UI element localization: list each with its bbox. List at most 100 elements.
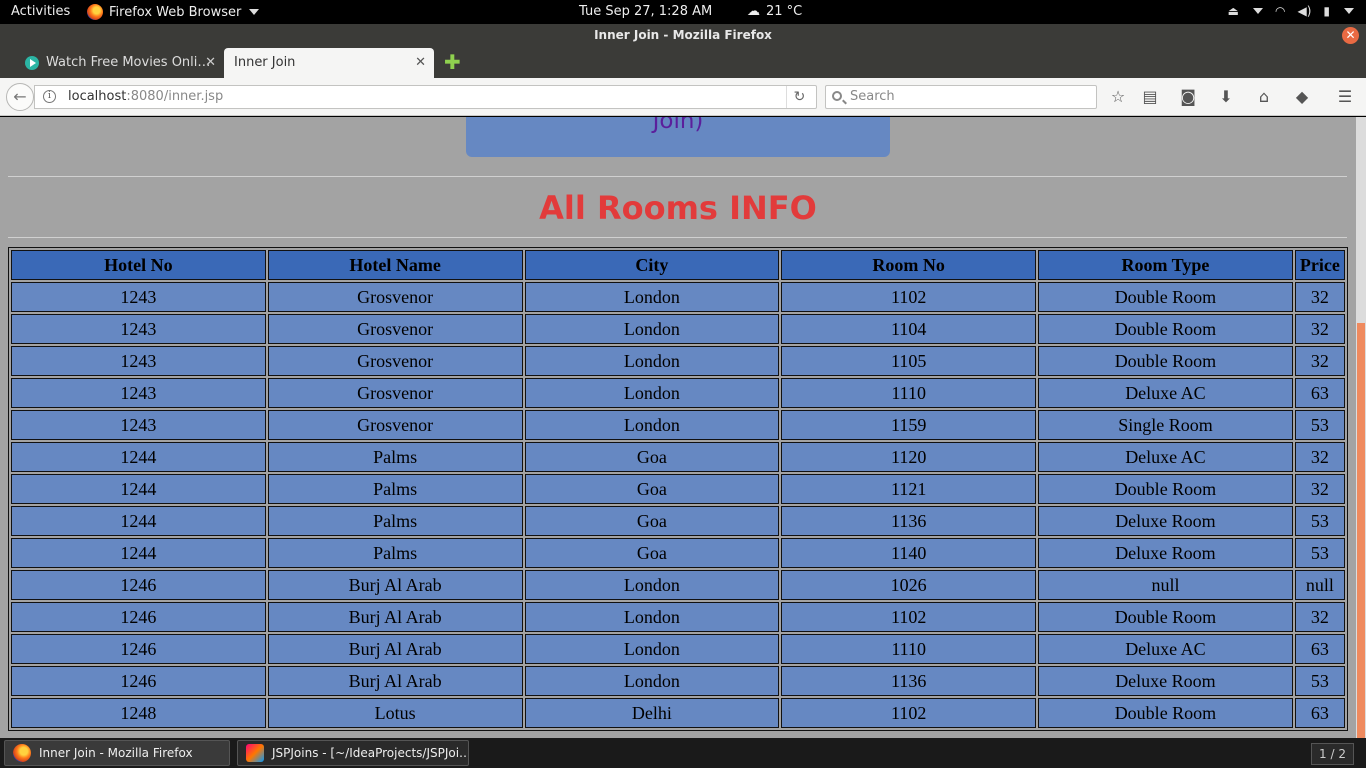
cell-hotel-no: 1246 [11, 602, 266, 632]
cell-city: London [524, 346, 780, 376]
home-icon[interactable]: ⌂ [1254, 87, 1274, 107]
cell-room-type: Single Room [1038, 410, 1293, 440]
pocket-icon[interactable]: ◙ [1178, 87, 1198, 107]
cell-room-no: 1102 [781, 698, 1037, 728]
table-row: 1243 Grosvenor London 1102 Double Room 32 [11, 282, 1345, 312]
cell-room-no: 1159 [781, 410, 1037, 440]
weather-temp: 21 °C [766, 4, 803, 19]
cell-room-no: 1110 [781, 634, 1037, 664]
info-icon[interactable]: i [43, 90, 56, 103]
tab-watch-movies[interactable]: Watch Free Movies Onli… ✕ [14, 48, 224, 78]
scrollbar-thumb[interactable] [1357, 323, 1365, 738]
table-row: 1243 Grosvenor London 1105 Double Room 32 [11, 346, 1345, 376]
cell-hotel-name: Grosvenor [267, 378, 523, 408]
volume-icon: ◀) [1297, 4, 1312, 18]
app-menu[interactable]: Firefox Web Browser [87, 4, 260, 20]
firefox-icon [13, 744, 31, 762]
cloud-icon: ☁ [747, 4, 760, 19]
cell-hotel-name: Lotus [267, 698, 523, 728]
cell-city: London [524, 410, 780, 440]
col-header-room-no: Room No [781, 250, 1037, 280]
cell-price: 63 [1294, 698, 1345, 728]
reload-icon[interactable]: ↻ [786, 86, 812, 108]
cell-room-no: 1104 [781, 314, 1037, 344]
tab-bar: Watch Free Movies Onli… ✕ Inner Join ✕ ✚ [0, 46, 1366, 78]
url-text: localhost:8080/inner.jsp [68, 86, 223, 108]
chevron-down-icon [249, 9, 260, 15]
table-row: 1244 Palms Goa 1120 Deluxe AC 32 [11, 442, 1345, 472]
clock[interactable]: Tue Sep 27, 1:28 AM [579, 4, 712, 19]
cell-hotel-no: 1244 [11, 538, 266, 568]
system-tray[interactable]: ⏏ ◠ ◀) ▮ [1228, 4, 1354, 18]
gnome-top-bar: Activities Firefox Web Browser Tue Sep 2… [0, 0, 1366, 24]
table-row: 1244 Palms Goa 1140 Deluxe Room 53 [11, 538, 1345, 568]
banner-text: Join) [652, 117, 704, 134]
close-tab-icon[interactable]: ✕ [415, 48, 426, 78]
cell-city: Goa [524, 474, 780, 504]
cell-hotel-no: 1248 [11, 698, 266, 728]
cell-price: 32 [1294, 442, 1345, 472]
taskbar-item-firefox[interactable]: Inner Join - Mozilla Firefox [4, 740, 230, 766]
cell-city: Goa [524, 506, 780, 536]
vertical-scrollbar[interactable] [1356, 117, 1366, 738]
table-row: 1246 Burj Al Arab London 1102 Double Room 32 [11, 602, 1345, 632]
cell-hotel-no: 1243 [11, 346, 266, 376]
cell-room-no: 1136 [781, 506, 1037, 536]
table-row: 1246 Burj Al Arab London 1110 Deluxe AC 63 [11, 634, 1345, 664]
col-header-city: City [524, 250, 780, 280]
table-row: 1243 Grosvenor London 1104 Double Room 32 [11, 314, 1345, 344]
page-banner: Join) [466, 117, 890, 157]
taskbar-item-label: JSPJoins - [~/IdeaProjects/JSPJoi… [272, 746, 469, 760]
navigation-toolbar: ← i localhost:8080/inner.jsp ↻ Search ☆ … [0, 78, 1366, 116]
hamburger-menu-icon[interactable]: ☰ [1335, 87, 1355, 107]
cell-hotel-no: 1243 [11, 314, 266, 344]
table-header-row: Hotel No Hotel Name City Room No Room Ty… [11, 250, 1345, 280]
new-tab-button[interactable]: ✚ [444, 50, 461, 74]
cell-city: London [524, 602, 780, 632]
page-title: All Rooms INFO [539, 189, 817, 227]
cell-room-type: Deluxe AC [1038, 634, 1293, 664]
back-button[interactable]: ← [6, 83, 34, 111]
close-window-button[interactable]: ✕ [1342, 27, 1359, 44]
activities-button[interactable]: Activities [11, 4, 70, 19]
bookmark-star-icon[interactable]: ☆ [1108, 87, 1128, 107]
cell-hotel-name: Burj Al Arab [267, 666, 523, 696]
url-bar[interactable]: i localhost:8080/inner.jsp ↻ [34, 85, 817, 109]
cell-room-no: 1110 [781, 378, 1037, 408]
taskbar-item-intellij[interactable]: JSPJoins - [~/IdeaProjects/JSPJoi… [237, 740, 469, 766]
table-row: 1244 Palms Goa 1121 Double Room 32 [11, 474, 1345, 504]
cell-room-type: Double Room [1038, 346, 1293, 376]
cell-hotel-name: Palms [267, 506, 523, 536]
search-placeholder: Search [850, 89, 895, 104]
search-input[interactable]: Search [825, 85, 1097, 109]
cell-hotel-no: 1243 [11, 378, 266, 408]
cell-hotel-no: 1244 [11, 506, 266, 536]
cell-room-type: Double Room [1038, 474, 1293, 504]
cell-city: London [524, 634, 780, 664]
cell-hotel-no: 1244 [11, 442, 266, 472]
table-row: 1246 Burj Al Arab London 1136 Deluxe Room 53 [11, 666, 1345, 696]
cell-hotel-no: 1244 [11, 474, 266, 504]
cell-hotel-name: Grosvenor [267, 346, 523, 376]
cell-hotel-name: Burj Al Arab [267, 602, 523, 632]
tab-inner-join[interactable]: Inner Join ✕ [224, 48, 434, 78]
window-title-bar: Inner Join - Mozilla Firefox ✕ [0, 24, 1366, 46]
chevron-down-icon [1344, 8, 1354, 14]
cell-price: 63 [1294, 634, 1345, 664]
window-title: Inner Join - Mozilla Firefox [594, 28, 772, 42]
url-host: localhost [68, 89, 127, 104]
table-row: 1246 Burj Al Arab London 1026 null null [11, 570, 1345, 600]
workspace-pager[interactable]: 1 / 2 [1311, 743, 1354, 765]
reading-list-icon[interactable]: ▤ [1140, 87, 1160, 107]
cell-hotel-name: Palms [267, 538, 523, 568]
battery-icon: ▮ [1323, 4, 1330, 18]
addon-icon[interactable]: ◆ [1292, 87, 1312, 107]
divider [8, 237, 1347, 238]
download-icon[interactable]: ⬇ [1216, 87, 1236, 107]
cell-room-no: 1026 [781, 570, 1037, 600]
cell-city: London [524, 314, 780, 344]
col-header-price: Price [1294, 250, 1345, 280]
table-row: 1243 Grosvenor London 1159 Single Room 53 [11, 410, 1345, 440]
weather-indicator[interactable]: ☁ 21 °C [747, 4, 802, 19]
close-tab-icon[interactable]: ✕ [205, 48, 216, 78]
